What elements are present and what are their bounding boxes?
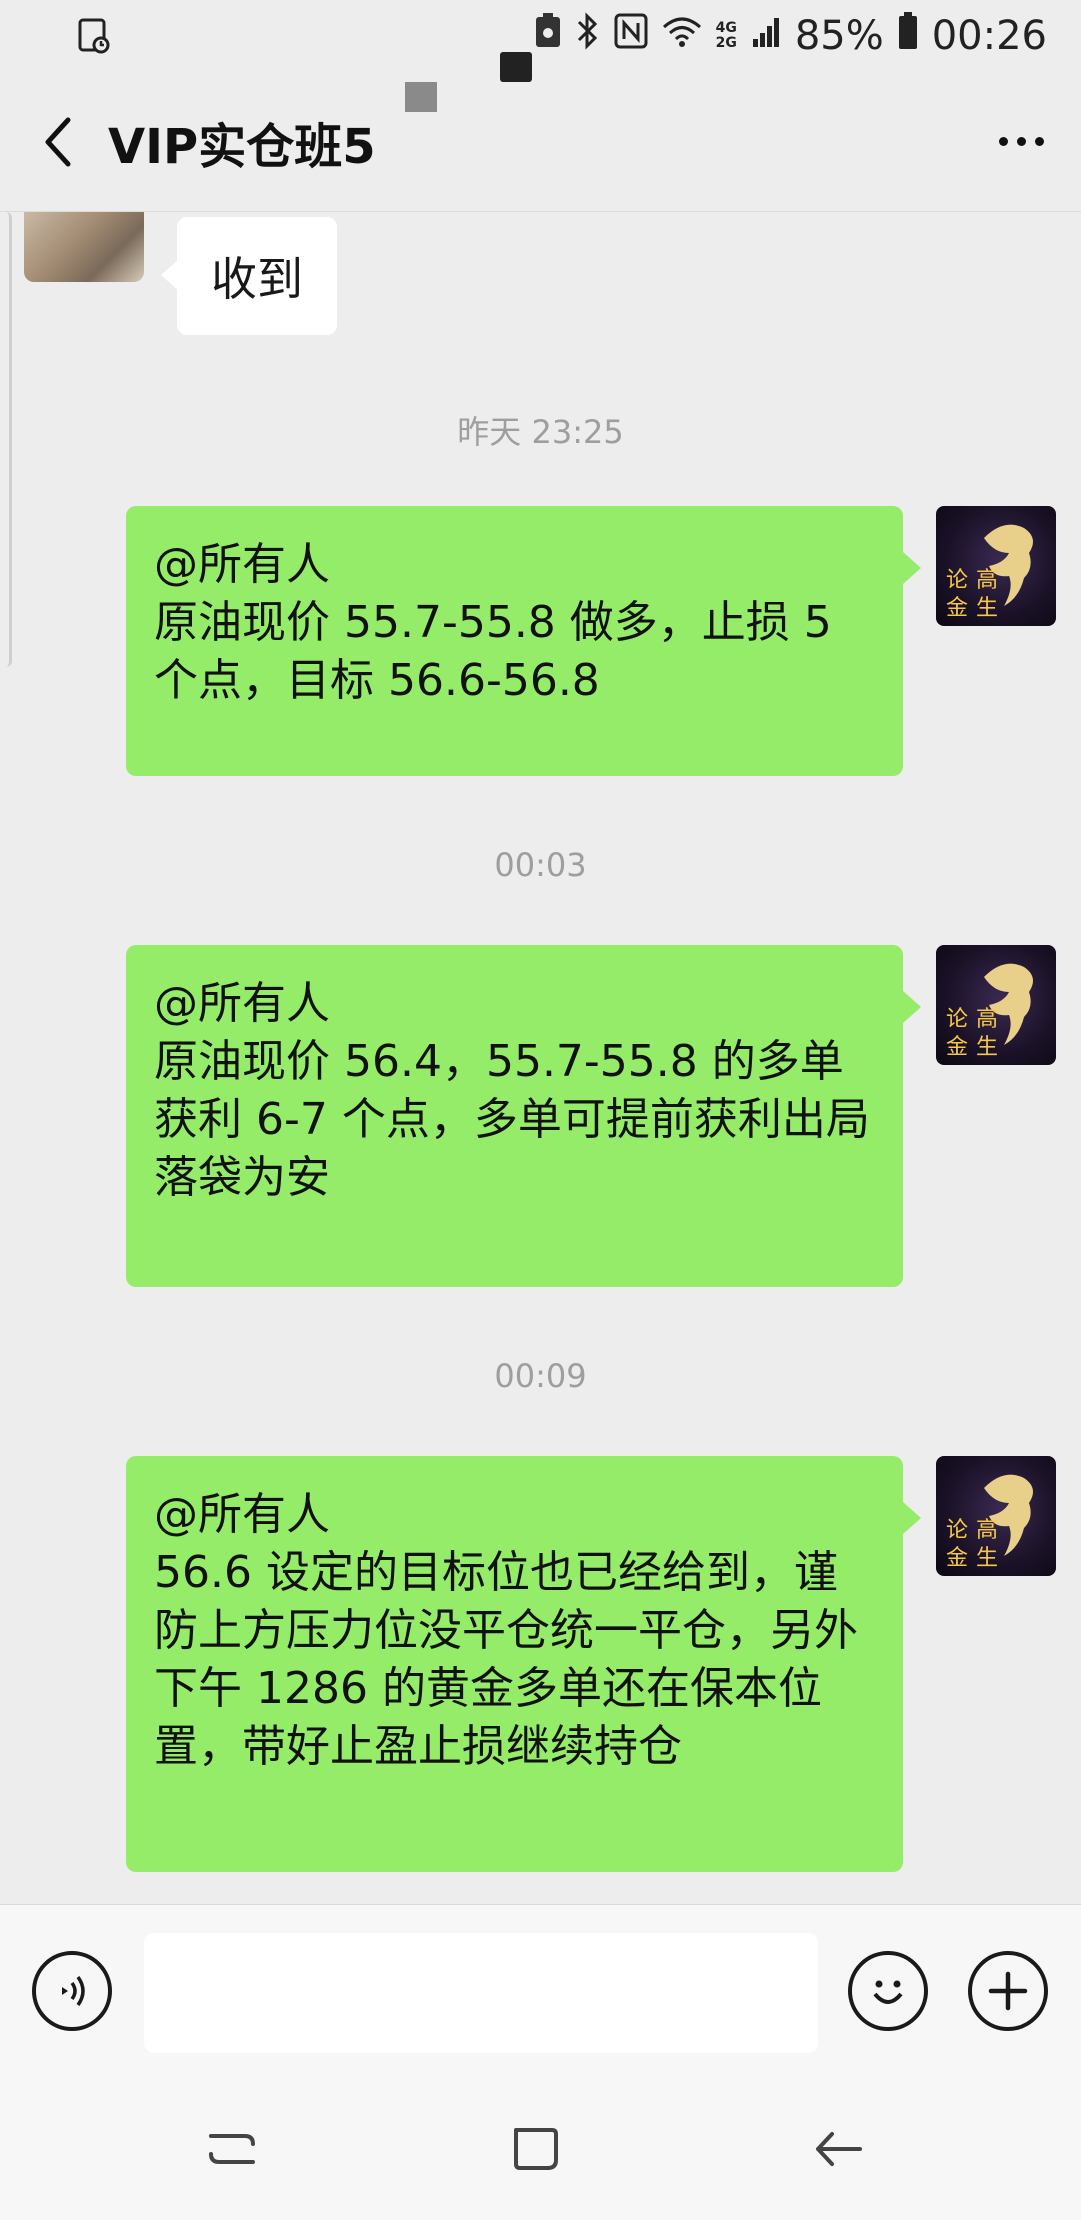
- more-icon: [998, 137, 1008, 146]
- save-icon: [534, 13, 562, 59]
- message-bubble[interactable]: 收到: [161, 217, 337, 335]
- back-button[interactable]: [8, 72, 108, 212]
- voice-icon: [62, 1975, 85, 2007]
- battery-percent: 85%: [794, 13, 884, 59]
- network-type: 4G 2G: [715, 20, 737, 51]
- chat-header: VIP实仓班5: [0, 72, 1081, 212]
- voice-button[interactable]: [32, 1951, 112, 2031]
- avatar[interactable]: 论 高 金 生: [936, 506, 1056, 626]
- avatar[interactable]: 论 高 金 生: [936, 945, 1056, 1065]
- message-timestamp: 00:03: [494, 846, 587, 884]
- message-timestamp: 昨天 23:25: [457, 413, 624, 451]
- back-nav-icon[interactable]: [810, 2122, 870, 2177]
- battery-icon: [898, 12, 918, 60]
- emoji-button[interactable]: [848, 1951, 928, 2031]
- more-button[interactable]: [961, 72, 1081, 212]
- message-bubble[interactable]: @所有人 56.6 设定的目标位也已经给到，谨防上方压力位没平仓统一平仓，另外下…: [126, 1456, 921, 1872]
- message-bubble[interactable]: @所有人 原油现价 56.4，55.7-55.8 的多单获利 6-7 个点，多单…: [126, 945, 921, 1287]
- wifi-icon: [662, 13, 702, 59]
- plus-button[interactable]: [968, 1951, 1048, 2031]
- plus-icon: [988, 1971, 1028, 2011]
- signal-icon: [751, 13, 781, 59]
- message-list[interactable]: 收到 昨天 23:25 @所有人 原油现价 55.7-55.8 做多，止损 5 …: [0, 212, 1081, 1904]
- bluetooth-icon: [576, 12, 600, 60]
- message-text: @所有人 原油现价 56.4，55.7-55.8 的多单获利 6-7 个点，多单…: [154, 978, 870, 1203]
- message-text: @所有人 原油现价 55.7-55.8 做多，止损 5 个点，目标 56.6-5…: [154, 539, 832, 706]
- message-bubble[interactable]: @所有人 原油现价 55.7-55.8 做多，止损 5 个点，目标 56.6-5…: [126, 506, 921, 776]
- screen-icon: [74, 16, 114, 56]
- chevron-left-icon: [45, 117, 71, 166]
- system-navbar: [0, 2074, 1081, 2220]
- recents-icon[interactable]: [205, 2122, 260, 2177]
- chat-title: VIP实仓班5: [108, 118, 376, 175]
- message-timestamp: 00:09: [494, 1357, 587, 1395]
- avatar[interactable]: 论 高 金 生: [936, 1456, 1056, 1576]
- status-bar: 4G 2G 85% 00:26: [0, 0, 1081, 72]
- nfc-icon: [614, 13, 648, 59]
- emoji-icon: [873, 1980, 903, 2004]
- avatar[interactable]: [24, 212, 144, 282]
- input-bar: [0, 1904, 1081, 2074]
- home-icon[interactable]: [508, 2122, 563, 2177]
- message-text: @所有人 56.6 设定的目标位也已经给到，谨防上方压力位没平仓统一平仓，另外下…: [154, 1489, 858, 1772]
- message-text: 收到: [211, 252, 303, 306]
- redaction-mark: [500, 52, 532, 82]
- clock: 00:26: [931, 13, 1047, 59]
- message-input[interactable]: [144, 1933, 818, 2053]
- redaction-mark: [405, 82, 437, 112]
